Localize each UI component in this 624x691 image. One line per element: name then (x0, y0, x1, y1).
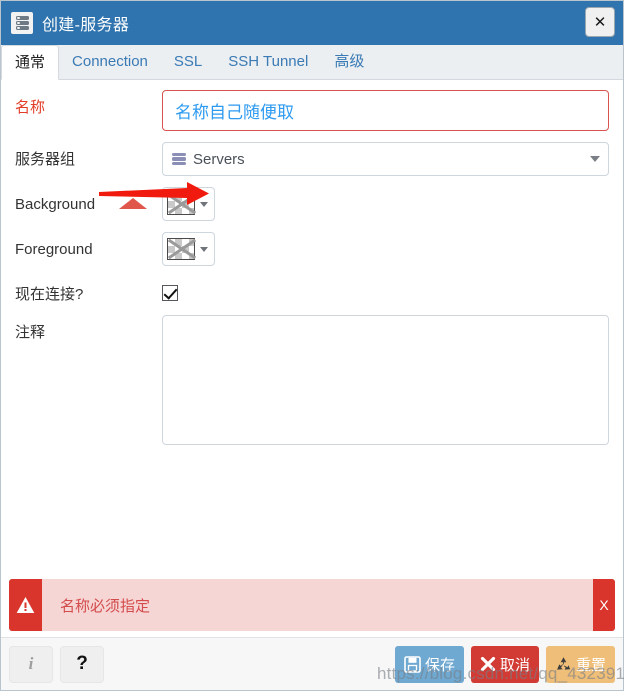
foreground-color-picker[interactable] (162, 232, 215, 266)
close-icon: ✕ (593, 13, 607, 31)
tab-ssl[interactable]: SSL (161, 45, 215, 79)
recycle-icon (555, 656, 572, 673)
error-message: 名称必须指定 (42, 579, 593, 631)
footer-bar: i ? 保存 取消 重置 https://blog.csdn.net/qq_43… (1, 637, 624, 690)
color-swatch-none-icon (167, 193, 195, 215)
comment-label: 注释 (15, 324, 46, 341)
field-row-connect-now: 现在连接? (15, 277, 609, 304)
warning-triangle-icon (9, 579, 42, 631)
close-icon: X (599, 597, 609, 613)
save-button[interactable]: 保存 (394, 645, 464, 683)
form-body: 名称 服务器组 Servers Background (1, 80, 623, 579)
alert-close-button[interactable]: X (593, 579, 615, 631)
chevron-down-icon (590, 156, 600, 162)
field-row-server-group: 服务器组 Servers (15, 142, 609, 176)
field-row-name: 名称 (15, 90, 609, 131)
foreground-label: Foreground (15, 241, 93, 258)
window-title: 创建-服务器 (42, 17, 130, 34)
background-color-picker[interactable] (162, 187, 215, 221)
tab-general[interactable]: 通常 (1, 45, 60, 80)
server-stack-icon (11, 12, 33, 34)
connect-now-checkbox[interactable] (162, 285, 178, 301)
help-button[interactable]: ? (60, 645, 104, 683)
cancel-button-label: 取消 (499, 656, 530, 674)
background-label: Background (15, 196, 96, 213)
tab-ssh-tunnel[interactable]: SSH Tunnel (215, 45, 321, 79)
comment-textarea[interactable] (162, 315, 609, 445)
name-label: 名称 (15, 99, 46, 116)
connect-now-label: 现在连接? (15, 286, 84, 303)
create-server-dialog: 创建-服务器 ✕ 通常 Connection SSL SSH Tunnel 高级… (0, 0, 624, 691)
server-group-label: 服务器组 (15, 151, 76, 168)
close-window-button[interactable]: ✕ (585, 7, 615, 37)
info-icon: i (28, 654, 34, 673)
color-swatch-none-icon (167, 238, 195, 260)
floppy-disk-icon (404, 655, 421, 673)
error-alert: 名称必须指定 X (9, 579, 615, 631)
tab-bar: 通常 Connection SSL SSH Tunnel 高级 (1, 45, 623, 80)
reset-button[interactable]: 重置 (545, 645, 615, 683)
x-mark-icon (480, 656, 496, 672)
cancel-button[interactable]: 取消 (470, 645, 539, 683)
title-bar: 创建-服务器 ✕ (1, 1, 623, 45)
tab-advanced[interactable]: 高级 (321, 45, 377, 79)
reset-button-label: 重置 (575, 656, 606, 674)
info-button[interactable]: i (9, 645, 53, 683)
field-row-comment: 注释 (15, 315, 609, 450)
name-input[interactable] (162, 90, 609, 131)
question-mark-icon: ? (76, 653, 88, 674)
chevron-down-icon (200, 246, 208, 252)
server-group-value: Servers (193, 150, 245, 168)
field-row-foreground: Foreground (15, 232, 609, 266)
server-group-icon (172, 152, 186, 167)
field-row-background: Background (15, 187, 609, 221)
server-group-select[interactable]: Servers (162, 142, 609, 176)
save-button-label: 保存 (424, 656, 455, 674)
tab-connection[interactable]: Connection (59, 45, 161, 79)
chevron-down-icon (200, 201, 208, 207)
